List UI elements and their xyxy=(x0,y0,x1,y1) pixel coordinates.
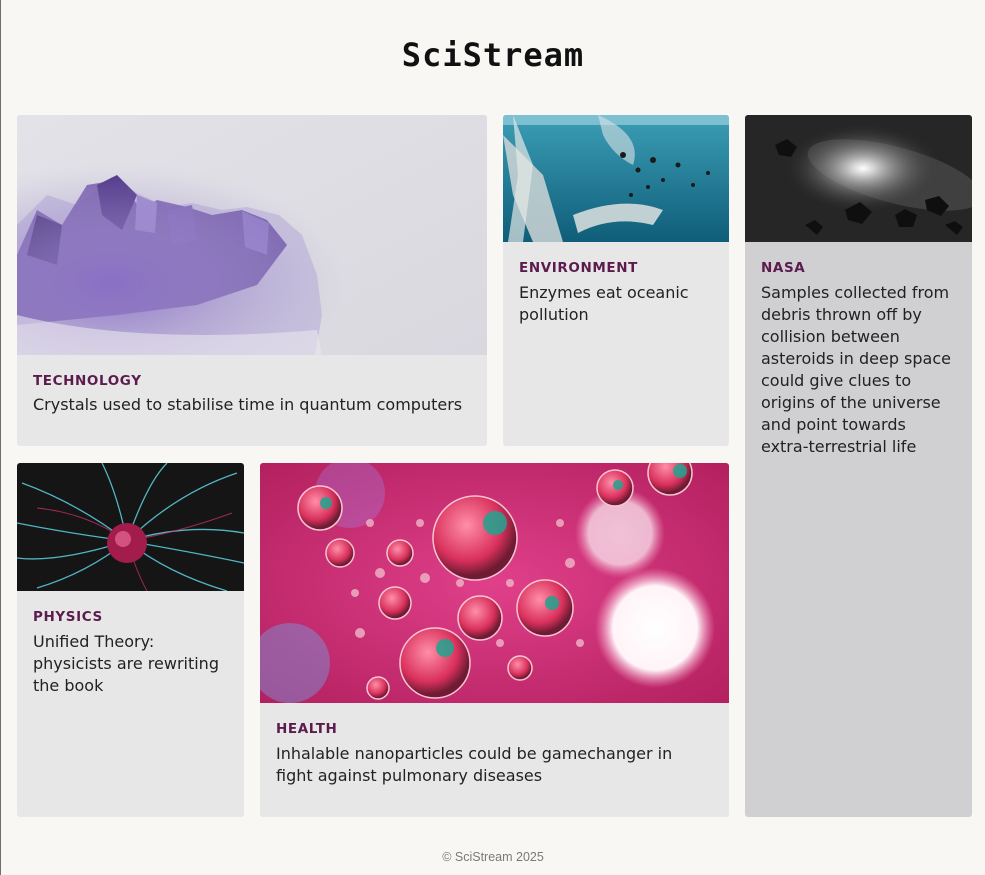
article-category: NASA xyxy=(761,260,806,276)
article-headline[interactable]: Unified Theory: physicists are rewriting… xyxy=(33,631,228,697)
article-category: PHYSICS xyxy=(33,609,103,625)
article-image-asteroids[interactable] xyxy=(745,115,972,242)
footer-copyright: © SciStream 2025 xyxy=(442,850,544,864)
article-image-bubbles[interactable] xyxy=(260,463,729,703)
article-headline[interactable]: Inhalable nanoparticles could be gamecha… xyxy=(276,743,713,787)
article-card-technology[interactable]: TECHNOLOGY Crystals used to stabilise ti… xyxy=(17,115,487,446)
article-headline[interactable]: Enzymes eat oceanic pollution xyxy=(519,282,713,326)
article-headline[interactable]: Samples collected from debris thrown off… xyxy=(761,282,956,458)
article-image-crystal[interactable] xyxy=(17,115,487,355)
article-category: HEALTH xyxy=(276,721,338,737)
article-image-ocean[interactable] xyxy=(503,115,729,242)
article-card-health[interactable]: HEALTH Inhalable nanoparticles could be … xyxy=(260,463,729,817)
article-card-nasa[interactable]: NASA Samples collected from debris throw… xyxy=(745,115,972,817)
site-title: SciStream xyxy=(401,36,585,74)
article-category: ENVIRONMENT xyxy=(519,260,638,276)
article-card-environment[interactable]: ENVIRONMENT Enzymes eat oceanic pollutio… xyxy=(503,115,729,446)
article-image-plasma[interactable] xyxy=(17,463,244,591)
article-category: TECHNOLOGY xyxy=(33,373,142,389)
article-headline[interactable]: Crystals used to stabilise time in quant… xyxy=(33,394,471,416)
article-card-physics[interactable]: PHYSICS Unified Theory: physicists are r… xyxy=(17,463,244,817)
